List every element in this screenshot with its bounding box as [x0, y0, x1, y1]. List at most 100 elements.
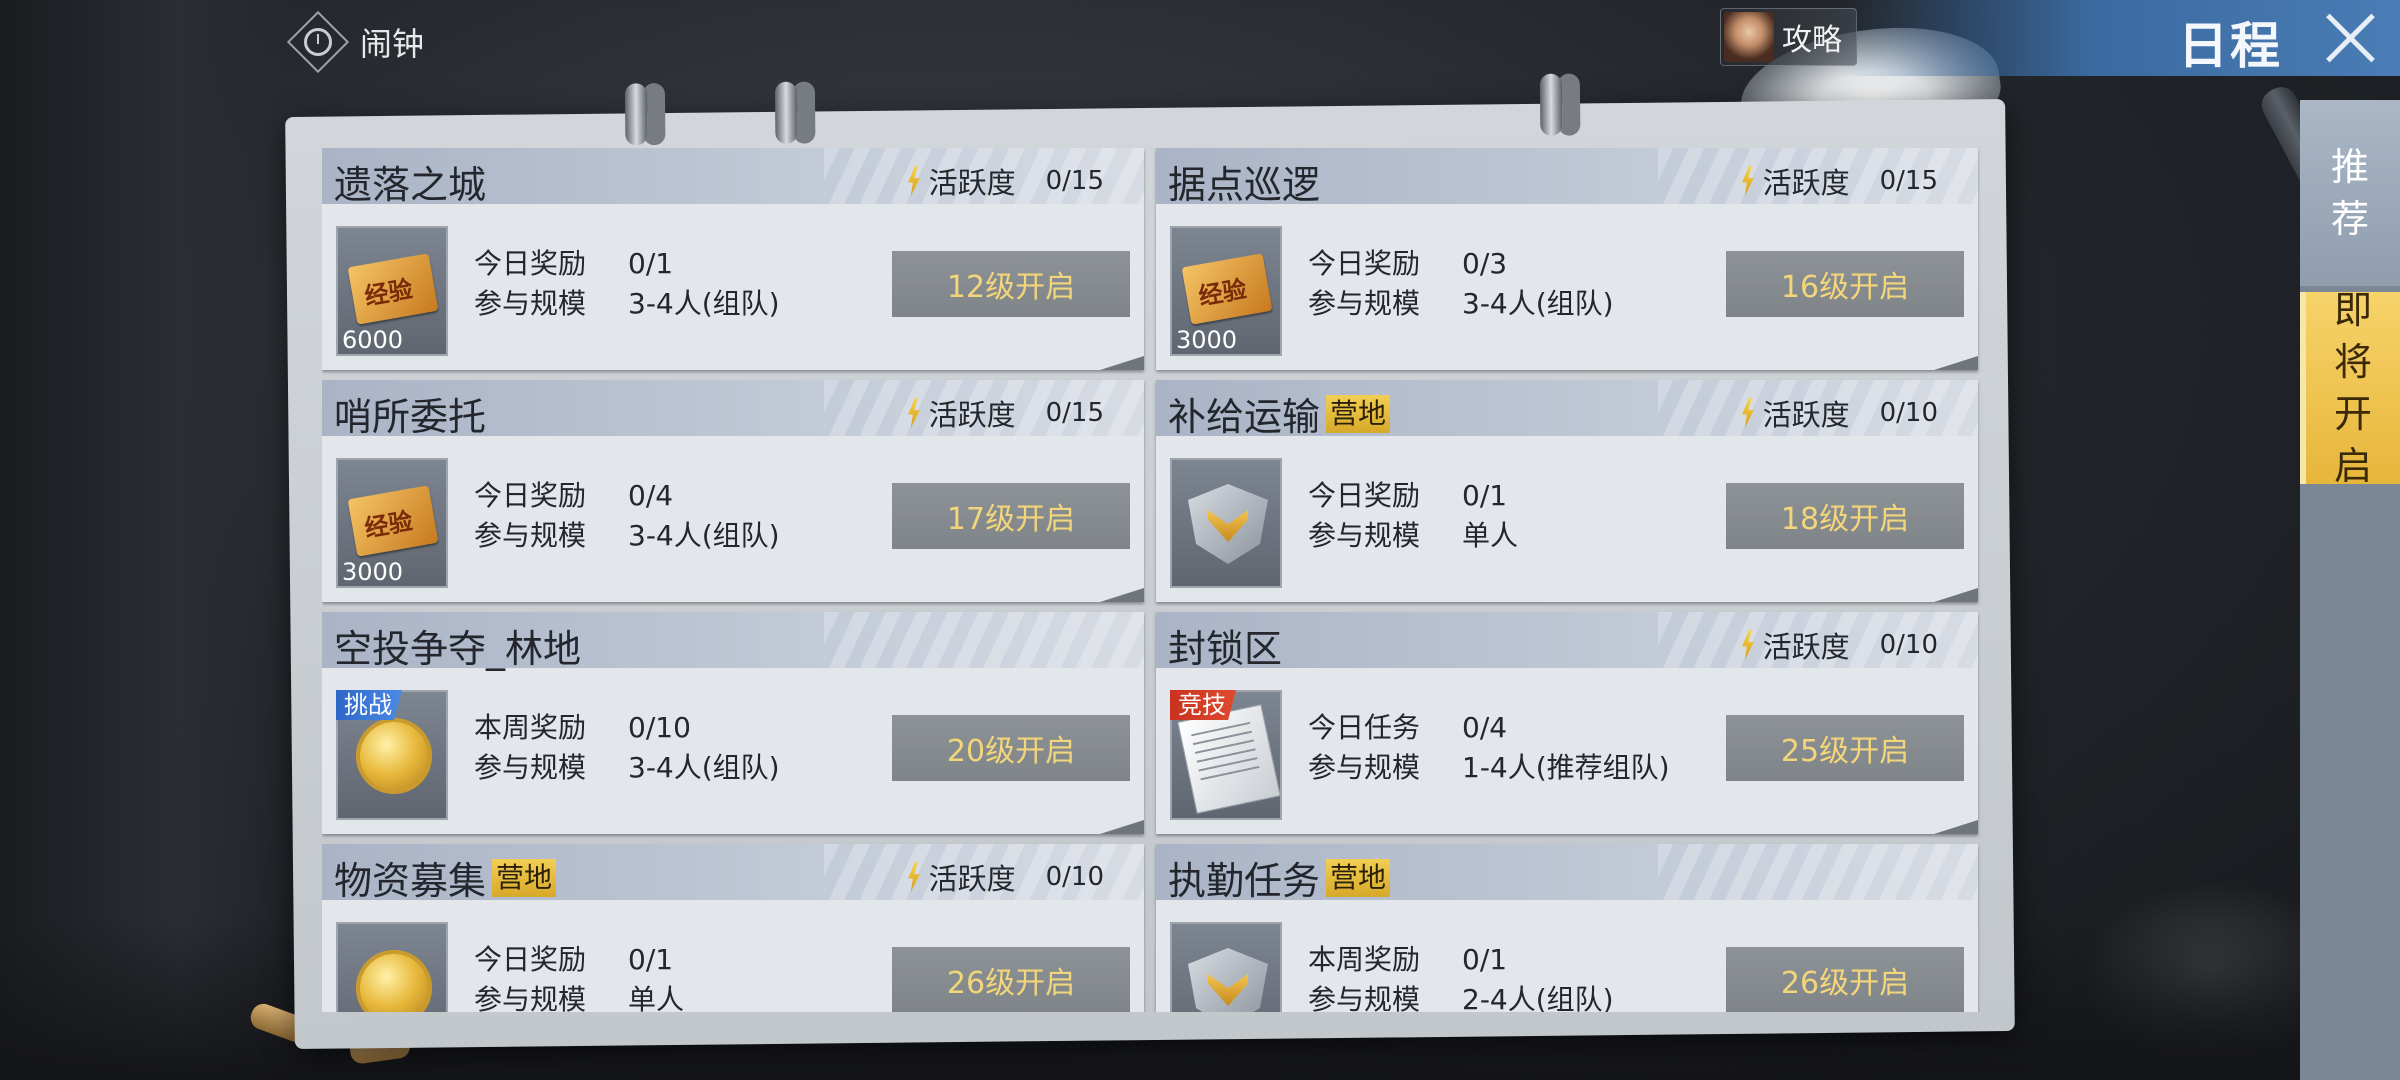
info-values: 0/3 3-4人(组队) — [1462, 244, 1614, 324]
page-title: 日程 — [2178, 17, 2282, 75]
reward-item[interactable] — [1170, 922, 1282, 1012]
scale-label: 参与规模 — [474, 751, 587, 784]
reward-item[interactable]: 3000 — [1170, 226, 1282, 356]
tab-recommend-char: 荐 — [2330, 197, 2369, 241]
card-title-text: 执勤任务 — [1168, 859, 1321, 903]
tab-recommend-char: 推 — [2330, 145, 2369, 189]
activity-points: 活跃度 0/15 — [1741, 160, 1938, 202]
reward-item[interactable] — [1170, 458, 1282, 588]
card-title: 空投争夺_林地 — [334, 618, 581, 673]
info-labels: 本周奖励 参与规模 — [1308, 940, 1420, 1012]
card-title-text: 封锁区 — [1168, 627, 1283, 671]
card-title: 封锁区 — [1168, 618, 1282, 673]
info-values: 0/1 2-4人(组队) — [1462, 940, 1614, 1012]
activity-value: 0/10 — [1879, 630, 1938, 660]
activity-card[interactable]: 补给运输 营地 活跃度 0/10 今日奖励 参与规模 0/1 单人 18级开启 — [1156, 380, 1978, 602]
activity-label: 活跃度 — [1762, 630, 1850, 664]
lightning-icon — [1741, 398, 1754, 428]
reward-label: 今日奖励 — [474, 479, 587, 512]
camp-tag: 营地 — [1326, 858, 1391, 897]
scale-label: 参与规模 — [1308, 287, 1421, 320]
exp-ticket-icon — [347, 485, 439, 557]
exp-ticket-icon — [347, 253, 439, 325]
activity-card[interactable]: 执勤任务 营地 本周奖励 参与规模 0/1 2-4人(组队) 26级开启 — [1156, 844, 1978, 1012]
card-title-text: 补给运输 — [1168, 395, 1321, 439]
guide-button[interactable]: 攻略 — [1720, 8, 1857, 66]
unlock-level-button[interactable]: 18级开启 — [1726, 483, 1964, 549]
scale-label: 参与规模 — [474, 519, 587, 552]
document-icon — [1177, 704, 1281, 814]
unlock-level-button[interactable]: 25级开启 — [1726, 715, 1964, 781]
card-title: 补给运输 营地 — [1168, 386, 1391, 441]
reward-item[interactable]: 3000 — [336, 458, 448, 588]
scale-label: 参与规模 — [1308, 519, 1421, 552]
reward-value: 0/1 — [628, 943, 674, 976]
card-title-text: 遗落之城 — [334, 163, 487, 207]
camp-tag: 营地 — [1326, 394, 1391, 433]
card-title-text: 据点巡逻 — [1168, 163, 1321, 207]
info-values: 0/1 单人 — [1462, 476, 1518, 556]
reward-item[interactable]: 竞技 — [1170, 690, 1282, 820]
unlock-level-button[interactable]: 16级开启 — [1726, 251, 1964, 317]
unlock-level-button[interactable]: 12级开启 — [892, 251, 1130, 317]
unlock-level-button[interactable]: 26级开启 — [1726, 947, 1964, 1012]
info-labels: 今日奖励 参与规模 — [1308, 244, 1420, 324]
scale-value: 1-4人(推荐组队) — [1462, 751, 1670, 784]
info-labels: 今日奖励 参与规模 — [474, 940, 586, 1012]
tab-upcoming-char: 即 — [2333, 288, 2372, 332]
camp-tag: 营地 — [492, 858, 557, 897]
page-fold — [1100, 588, 1144, 602]
reward-value: 0/1 — [1462, 943, 1508, 976]
scale-label: 参与规模 — [474, 983, 587, 1012]
avatar — [1724, 12, 1774, 62]
tab-recommend[interactable]: 推 荐 — [2300, 100, 2400, 286]
item-count: 6000 — [342, 326, 404, 354]
activity-card[interactable]: 物资募集 营地 活跃度 0/10 今日奖励 参与规模 0/1 单人 26级开启 — [322, 844, 1144, 1012]
unlock-level-button[interactable]: 26级开启 — [892, 947, 1130, 1012]
activity-points: 活跃度 0/10 — [1741, 624, 1938, 666]
info-values: 0/1 单人 — [628, 940, 684, 1012]
challenge-tag: 挑战 — [336, 690, 402, 720]
page-fold — [1100, 356, 1144, 370]
guide-label: 攻略 — [1782, 23, 1842, 58]
info-labels: 今日奖励 参与规模 — [1308, 476, 1420, 556]
item-count: 3000 — [342, 558, 404, 586]
reward-item[interactable]: 挑战 — [336, 690, 448, 820]
activity-value: 0/10 — [1045, 862, 1104, 892]
activity-card[interactable]: 据点巡逻 活跃度 0/15 3000 今日奖励 参与规模 0/3 3-4人(组队… — [1156, 148, 1978, 370]
activity-points: 活跃度 0/15 — [907, 392, 1104, 434]
card-title: 据点巡逻 — [1168, 154, 1320, 209]
page-fold — [1934, 588, 1978, 602]
badge-icon — [1188, 948, 1268, 1012]
binder-ring — [1539, 73, 1563, 136]
activity-card[interactable]: 空投争夺_林地 挑战 本周奖励 参与规模 0/10 3-4人(组队) 20级开启 — [322, 612, 1144, 834]
activity-card[interactable]: 哨所委托 活跃度 0/15 3000 今日奖励 参与规模 0/4 3-4人(组队… — [322, 380, 1144, 602]
reward-value: 0/3 — [1462, 247, 1508, 280]
card-title: 遗落之城 — [334, 154, 486, 209]
unlock-level-button[interactable]: 17级开启 — [892, 483, 1130, 549]
info-labels: 今日任务 参与规模 — [1308, 708, 1420, 788]
unlock-level-button[interactable]: 20级开启 — [892, 715, 1130, 781]
reward-label: 今日奖励 — [474, 247, 587, 280]
badge-icon — [1188, 484, 1268, 564]
close-icon[interactable] — [2322, 10, 2378, 66]
reward-label: 今日任务 — [1308, 711, 1421, 744]
scale-value: 3-4人(组队) — [1462, 287, 1614, 320]
lightning-icon — [1741, 630, 1754, 660]
alarm-clock-icon — [286, 10, 350, 74]
reward-item[interactable]: 6000 — [336, 226, 448, 356]
scale-value: 单人 — [1462, 519, 1519, 552]
reward-item[interactable] — [336, 922, 448, 1012]
info-values: 0/1 3-4人(组队) — [628, 244, 780, 324]
activity-label: 活跃度 — [928, 166, 1016, 200]
exp-ticket-icon — [1181, 253, 1273, 325]
tab-upcoming[interactable]: 即 将 开 启 — [2300, 288, 2400, 488]
activity-card[interactable]: 封锁区 活跃度 0/10 竞技 今日任务 参与规模 0/4 1-4人(推荐组队)… — [1156, 612, 1978, 834]
binder-ring — [774, 81, 798, 144]
lightning-icon — [907, 166, 920, 196]
info-values: 0/4 3-4人(组队) — [628, 476, 780, 556]
scale-value: 3-4人(组队) — [628, 751, 780, 784]
activity-points: 活跃度 0/10 — [1741, 392, 1938, 434]
alarm-button[interactable]: 闹钟 — [286, 10, 424, 74]
activity-card[interactable]: 遗落之城 活跃度 0/15 6000 今日奖励 参与规模 0/1 3-4人(组队… — [322, 148, 1144, 370]
